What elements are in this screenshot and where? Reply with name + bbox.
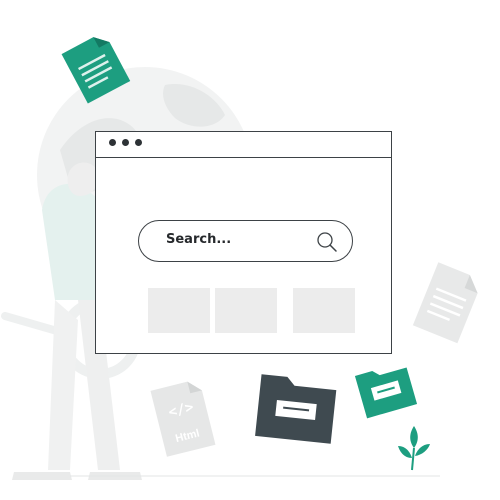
search-illustration: </> Html Search... bbox=[0, 0, 500, 500]
window-control-dot[interactable] bbox=[122, 139, 129, 146]
document-icon bbox=[412, 262, 478, 344]
folder-icon bbox=[255, 374, 337, 444]
plant-icon bbox=[398, 426, 430, 471]
search-input[interactable]: Search... bbox=[166, 232, 231, 247]
window-control-dot[interactable] bbox=[109, 139, 116, 146]
result-placeholder bbox=[293, 288, 355, 333]
result-placeholder bbox=[148, 288, 210, 333]
window-control-dot[interactable] bbox=[135, 139, 142, 146]
folder-icon bbox=[354, 367, 418, 419]
result-placeholder bbox=[215, 288, 277, 333]
browser-toolbar bbox=[96, 132, 391, 158]
html-file-icon: </> Html bbox=[150, 381, 216, 457]
browser-window: Search... bbox=[95, 131, 392, 354]
search-bar[interactable]: Search... bbox=[138, 220, 353, 262]
search-icon[interactable] bbox=[315, 231, 339, 253]
